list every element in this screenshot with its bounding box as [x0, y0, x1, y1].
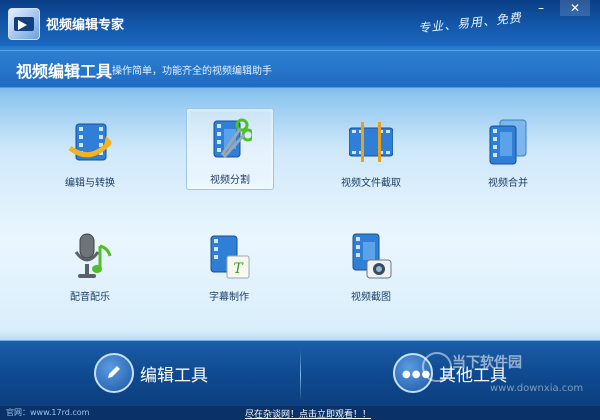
edit-tools-button[interactable]: 编辑工具	[94, 353, 264, 393]
film-convert-icon	[68, 118, 112, 166]
tool-screenshot[interactable]: 视频截图	[328, 226, 414, 306]
film-scissors-icon	[208, 115, 255, 163]
slogan: 专业、易用、免费	[417, 10, 523, 36]
section-header: 视频编辑工具 操作简单，功能齐全的视频编辑助手	[0, 50, 600, 88]
tool-file-clip[interactable]: 视频文件截取	[328, 112, 414, 192]
promo-link[interactable]: 尽在杂谈网！点击立即观看！！	[245, 407, 371, 420]
tool-label: 视频合并	[488, 178, 528, 189]
tool-label: 编辑与转换	[65, 178, 115, 189]
pencil-icon	[94, 353, 134, 393]
watermark-logo-icon	[422, 352, 452, 382]
app-logo-icon	[8, 8, 40, 40]
film-subtitle-icon: T	[207, 232, 251, 280]
official-site-text: 官网：www.17rd.com	[6, 408, 90, 417]
tool-label: 视频截图	[351, 292, 391, 303]
minimize-button[interactable]: –	[530, 0, 552, 16]
microphone-music-icon	[68, 232, 112, 280]
tool-split[interactable]: 视频分割	[186, 108, 274, 190]
tool-label: 字幕制作	[209, 292, 249, 303]
app-title: 视频编辑专家	[46, 18, 125, 33]
watermark-url: www.downxia.com	[490, 383, 584, 394]
close-button[interactable]: ✕	[560, 0, 590, 16]
app-window: 视频编辑专家 专业、易用、免费 – ✕ 视频编辑工具 操作简单，功能齐全的视频编…	[0, 0, 600, 420]
watermark-brand: 当下软件园	[452, 355, 522, 371]
section-description: 操作简单，功能齐全的视频编辑助手	[112, 66, 272, 77]
edit-tools-label: 编辑工具	[140, 366, 208, 386]
tool-edit-convert[interactable]: 编辑与转换	[47, 112, 133, 192]
tool-label: 视频分割	[210, 175, 250, 186]
film-camera-icon	[349, 232, 393, 280]
film-merge-icon	[486, 118, 530, 166]
tool-label: 配音配乐	[70, 292, 110, 303]
tool-subtitles[interactable]: T 字幕制作	[186, 226, 272, 306]
tool-merge[interactable]: 视频合并	[465, 112, 551, 192]
title-bar[interactable]: 视频编辑专家 专业、易用、免费 – ✕	[0, 0, 600, 46]
tool-dubbing[interactable]: 配音配乐	[47, 226, 133, 306]
film-clip-icon	[348, 118, 394, 166]
bottom-divider	[300, 349, 301, 401]
section-title: 视频编辑工具	[16, 62, 113, 81]
status-bar: 官网：www.17rd.com 尽在杂谈网！点击立即观看！！	[0, 406, 600, 420]
tool-label: 视频文件截取	[341, 178, 401, 189]
bottom-bar: 编辑工具 ●●● 其他工具	[0, 340, 600, 407]
